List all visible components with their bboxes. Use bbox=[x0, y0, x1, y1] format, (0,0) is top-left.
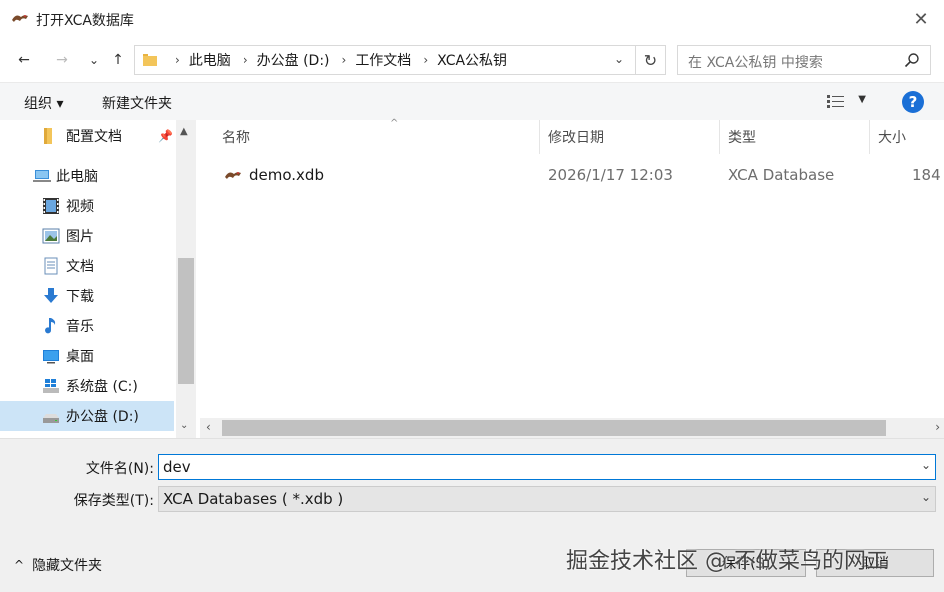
filename-value[interactable]: dev bbox=[163, 458, 191, 476]
xca-file-icon bbox=[225, 172, 241, 179]
sidebar-item-label: 视频 bbox=[66, 199, 94, 215]
computer-icon bbox=[33, 170, 51, 182]
dialog-footer: 文件名(N): dev ⌄ 保存类型(T): XCA Databases ( *… bbox=[0, 438, 944, 592]
chevron-down-icon[interactable]: ⌄ bbox=[921, 490, 931, 504]
new-folder-button[interactable]: 新建文件夹 bbox=[102, 93, 172, 113]
filename-label: 文件名(N): bbox=[85, 461, 154, 477]
address-dropdown-button[interactable]: ⌄ bbox=[611, 52, 627, 68]
breadcrumb-separator: › bbox=[175, 53, 180, 67]
search-input[interactable]: 在 XCA公私钥 中搜索 bbox=[677, 45, 931, 75]
drive-icon bbox=[43, 414, 59, 423]
command-bar: 组织 ▾ 新建文件夹 ▼ ? bbox=[0, 82, 944, 120]
sidebar-item-label: 此电脑 bbox=[56, 169, 98, 185]
sidebar-item-label: 桌面 bbox=[66, 349, 94, 365]
title-bar: 打开XCA数据库 ✕ bbox=[0, 0, 944, 38]
organize-button[interactable]: 组织 ▾ bbox=[24, 93, 63, 113]
back-button[interactable]: ← bbox=[12, 48, 36, 72]
file-row[interactable]: demo.xdb 2026/1/17 12:03 XCA Database 18… bbox=[200, 160, 944, 190]
breadcrumb-drive-d[interactable]: 办公盘 (D:) bbox=[257, 50, 330, 70]
sidebar-item-label: 音乐 bbox=[66, 319, 94, 335]
column-header-type[interactable]: 类型 bbox=[720, 120, 870, 154]
video-icon bbox=[43, 198, 59, 214]
address-bar[interactable]: › 此电脑 › 办公盘 (D:) › 工作文档 › XCA公私钥 ⌄ ↻ bbox=[134, 45, 666, 75]
filetype-label: 保存类型(T): bbox=[73, 493, 154, 509]
breadcrumb-separator[interactable]: › bbox=[243, 53, 248, 67]
navigation-bar: ← → ⌄ ↑ › 此电脑 › 办公盘 (D:) › 工作文档 › XCA公私钥… bbox=[0, 42, 944, 78]
file-type: XCA Database bbox=[728, 166, 835, 184]
sidebar-item-music[interactable]: 音乐 bbox=[0, 311, 174, 341]
column-header-label: 名称 bbox=[222, 130, 250, 146]
sidebar-item-videos[interactable]: 视频 bbox=[0, 191, 174, 221]
chevron-up-icon: ^ bbox=[14, 558, 25, 572]
sidebar-item-label: 文档 bbox=[66, 259, 94, 275]
folder-icon bbox=[143, 54, 157, 66]
scroll-right-icon[interactable]: › bbox=[935, 420, 940, 434]
recent-locations-button[interactable]: ⌄ bbox=[82, 48, 106, 72]
xca-app-icon bbox=[12, 15, 28, 22]
breadcrumb-xca-keys[interactable]: XCA公私钥 bbox=[437, 50, 507, 70]
sidebar-item-system-drive[interactable]: 系统盘 (C:) bbox=[0, 371, 174, 401]
scroll-down-icon[interactable]: ⌄ bbox=[180, 420, 188, 431]
breadcrumb: › 此电脑 › 办公盘 (D:) › 工作文档 › XCA公私钥 bbox=[163, 46, 507, 74]
file-size: 184 bbox=[912, 166, 941, 184]
breadcrumb-separator[interactable]: › bbox=[342, 53, 347, 67]
view-options-icon[interactable] bbox=[826, 93, 846, 109]
desktop-icon bbox=[43, 350, 59, 364]
window-title: 打开XCA数据库 bbox=[36, 13, 134, 29]
breadcrumb-separator[interactable]: › bbox=[423, 53, 428, 67]
music-icon bbox=[45, 318, 56, 334]
sidebar-item-downloads[interactable]: 下载 bbox=[0, 281, 174, 311]
search-icon[interactable] bbox=[904, 52, 920, 68]
help-button[interactable]: ? bbox=[902, 91, 924, 113]
sidebar-item-label: 下载 bbox=[66, 289, 94, 305]
file-modified: 2026/1/17 12:03 bbox=[548, 166, 673, 184]
file-name[interactable]: demo.xdb bbox=[249, 166, 324, 184]
scroll-up-icon[interactable]: ▲ bbox=[180, 126, 188, 137]
document-icon bbox=[44, 257, 58, 275]
horizontal-scrollbar[interactable]: ‹ › bbox=[200, 418, 944, 438]
close-button[interactable]: ✕ bbox=[908, 6, 934, 32]
hide-folders-label: 隐藏文件夹 bbox=[32, 558, 103, 574]
sidebar-item-pictures[interactable]: 图片 bbox=[0, 221, 174, 251]
column-header-name[interactable]: 名称 ^ bbox=[214, 118, 540, 154]
scroll-left-icon[interactable]: ‹ bbox=[206, 420, 211, 434]
refresh-button[interactable]: ↻ bbox=[635, 46, 665, 74]
filename-input[interactable]: dev ⌄ bbox=[158, 454, 936, 480]
sidebar-item-config-docs[interactable]: 配置文档 📌 bbox=[0, 121, 174, 151]
sidebar-item-label: 系统盘 (C:) bbox=[66, 379, 138, 395]
sidebar-item-label: 图片 bbox=[66, 229, 94, 245]
column-header-modified[interactable]: 修改日期 bbox=[540, 120, 720, 154]
view-dropdown-icon[interactable]: ▼ bbox=[858, 94, 866, 105]
forward-button[interactable]: → bbox=[50, 48, 74, 72]
navigation-pane: 配置文档 📌 此电脑 视频 图片 文档 下载 音乐 桌面 系统盘 (C:) 办公… bbox=[0, 120, 196, 438]
scrollbar-thumb[interactable] bbox=[178, 258, 194, 384]
folder-icon bbox=[44, 128, 52, 144]
hide-folders-button[interactable]: ^ 隐藏文件夹 bbox=[14, 555, 102, 575]
navigation-scrollbar[interactable]: ▲ ⌄ bbox=[176, 120, 196, 438]
filetype-select[interactable]: XCA Databases ( *.xdb ) ⌄ bbox=[158, 486, 936, 512]
pin-icon[interactable]: 📌 bbox=[158, 129, 173, 143]
search-placeholder: 在 XCA公私钥 中搜索 bbox=[688, 55, 823, 71]
file-list: 名称 ^ 修改日期 类型 大小 demo.xdb 2026/1/17 12:03… bbox=[200, 118, 944, 438]
picture-icon bbox=[42, 228, 60, 244]
windows-drive-icon bbox=[43, 379, 59, 393]
up-button[interactable]: ↑ bbox=[106, 48, 130, 72]
breadcrumb-this-pc[interactable]: 此电脑 bbox=[189, 50, 231, 70]
breadcrumb-work-docs[interactable]: 工作文档 bbox=[355, 50, 411, 70]
sidebar-item-label: 配置文档 bbox=[66, 129, 122, 145]
sidebar-item-office-drive[interactable]: 办公盘 (D:) bbox=[0, 401, 174, 431]
navigation-list: 配置文档 📌 此电脑 视频 图片 文档 下载 音乐 桌面 系统盘 (C:) 办公… bbox=[0, 120, 176, 438]
scrollbar-thumb[interactable] bbox=[222, 420, 886, 436]
sort-ascending-icon: ^ bbox=[390, 118, 399, 129]
chevron-down-icon[interactable]: ⌄ bbox=[921, 458, 931, 472]
sidebar-item-label: 办公盘 (D:) bbox=[66, 409, 139, 425]
sidebar-item-documents[interactable]: 文档 bbox=[0, 251, 174, 281]
download-icon bbox=[44, 288, 58, 303]
sidebar-item-desktop[interactable]: 桌面 bbox=[0, 341, 174, 371]
sidebar-item-this-pc[interactable]: 此电脑 bbox=[0, 161, 174, 191]
column-header-size[interactable]: 大小 bbox=[870, 120, 944, 154]
watermark-text: 掘金技术社区 @ 不做菜鸟的网工 bbox=[566, 549, 888, 574]
filetype-value: XCA Databases ( *.xdb ) bbox=[163, 490, 344, 508]
